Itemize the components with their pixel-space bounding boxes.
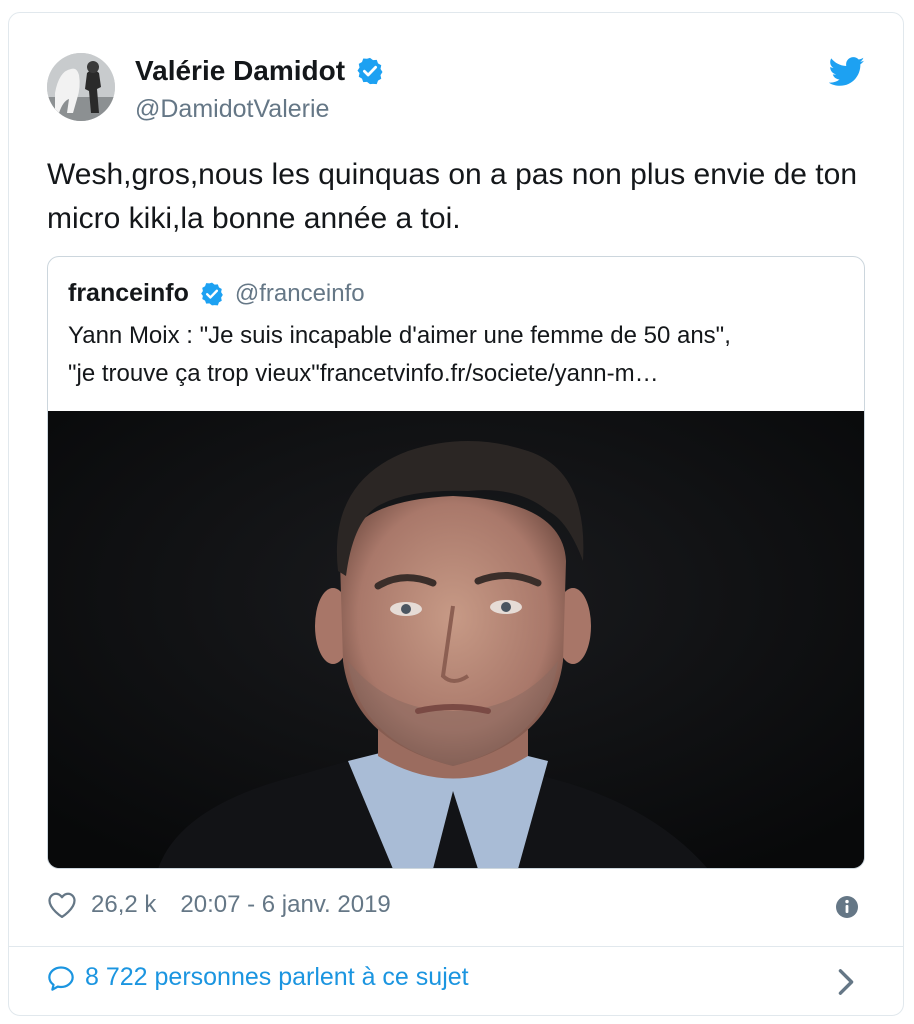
tweet-timestamp[interactable]: 20:07 - 6 janv. 2019: [180, 891, 390, 919]
quoted-tweet-text: Yann Moix : "Je suis incapable d'aimer u…: [68, 322, 731, 387]
avatar-photo: [47, 53, 115, 121]
quoted-author-handle[interactable]: @franceinfo: [235, 280, 365, 308]
quoted-tweet[interactable]: franceinfo @franceinfo Yann Moix : "Je s…: [47, 256, 865, 869]
author-handle[interactable]: @DamidotValerie: [135, 95, 329, 124]
quoted-tweet-image[interactable]: [48, 411, 864, 868]
like-count[interactable]: 26,2 k: [91, 891, 156, 919]
divider: [9, 946, 903, 947]
verified-badge-icon: [357, 57, 383, 85]
info-icon[interactable]: [835, 895, 859, 919]
heart-icon[interactable]: [47, 891, 77, 919]
chevron-right-icon[interactable]: [837, 968, 855, 996]
tweet-meta: 26,2 k 20:07 - 6 janv. 2019: [47, 891, 391, 919]
tweet-card: Valérie Damidot @DamidotValerie Wesh,gro…: [8, 12, 904, 1016]
quoted-tweet-header: franceinfo @franceinfo: [68, 279, 365, 308]
speech-bubble-icon: [48, 965, 74, 991]
author-name[interactable]: Valérie Damidot: [135, 55, 345, 87]
quoted-author-name[interactable]: franceinfo: [68, 279, 189, 308]
author-avatar[interactable]: [47, 53, 115, 121]
tweet-text: Wesh,gros,nous les quinquas on a pas non…: [47, 158, 857, 235]
verified-badge-icon: [201, 282, 223, 305]
discussion-link[interactable]: 8 722 personnes parlent à ce sujet: [47, 963, 469, 992]
portrait-photo: [48, 411, 864, 868]
author-name-row[interactable]: Valérie Damidot: [135, 55, 385, 87]
twitter-bird-icon[interactable]: [829, 57, 865, 87]
discussion-text[interactable]: 8 722 personnes parlent à ce sujet: [85, 963, 469, 992]
